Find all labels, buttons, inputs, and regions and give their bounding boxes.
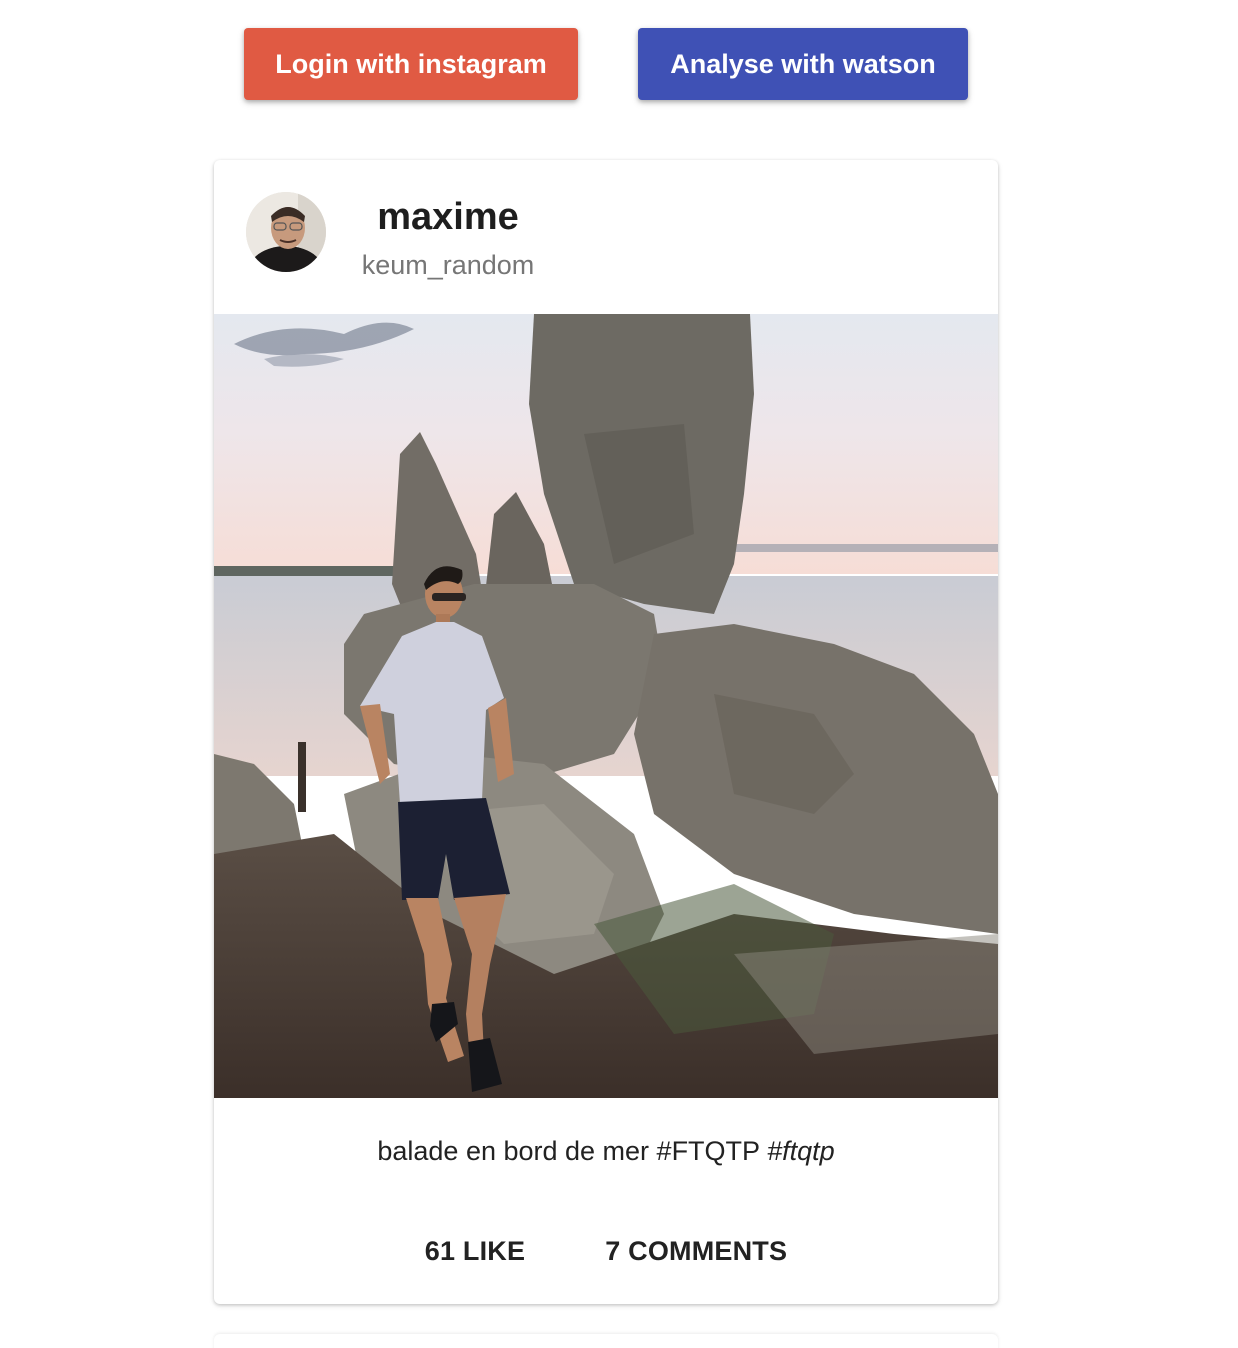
post-photo [214,314,998,1098]
comments-count[interactable]: 7 COMMENTS [605,1236,787,1267]
post-caption-text: balade en bord de mer #FTQTP [377,1136,768,1166]
next-post-card [214,1334,998,1348]
post-caption-hashtag[interactable]: #ftqtp [767,1136,835,1166]
post-author-username: keum_random [361,250,535,280]
post-card: maxime keum_random balade en bord de mer… [214,160,998,1304]
post-author-name: maxime [377,196,519,238]
page: Login with instagram Analyse with watson… [0,0,1238,1348]
login-instagram-button[interactable]: Login with instagram [244,28,578,100]
post-photo-image [214,314,998,1098]
analyse-watson-button[interactable]: Analyse with watson [638,28,968,100]
likes-count[interactable]: 61 LIKE [425,1236,525,1267]
post-stats: 61 LIKE 7 COMMENTS [214,1236,998,1267]
avatar[interactable] [246,192,326,272]
post-caption: balade en bord de mer #FTQTP #ftqtp [214,1136,998,1167]
avatar-image [246,192,326,272]
